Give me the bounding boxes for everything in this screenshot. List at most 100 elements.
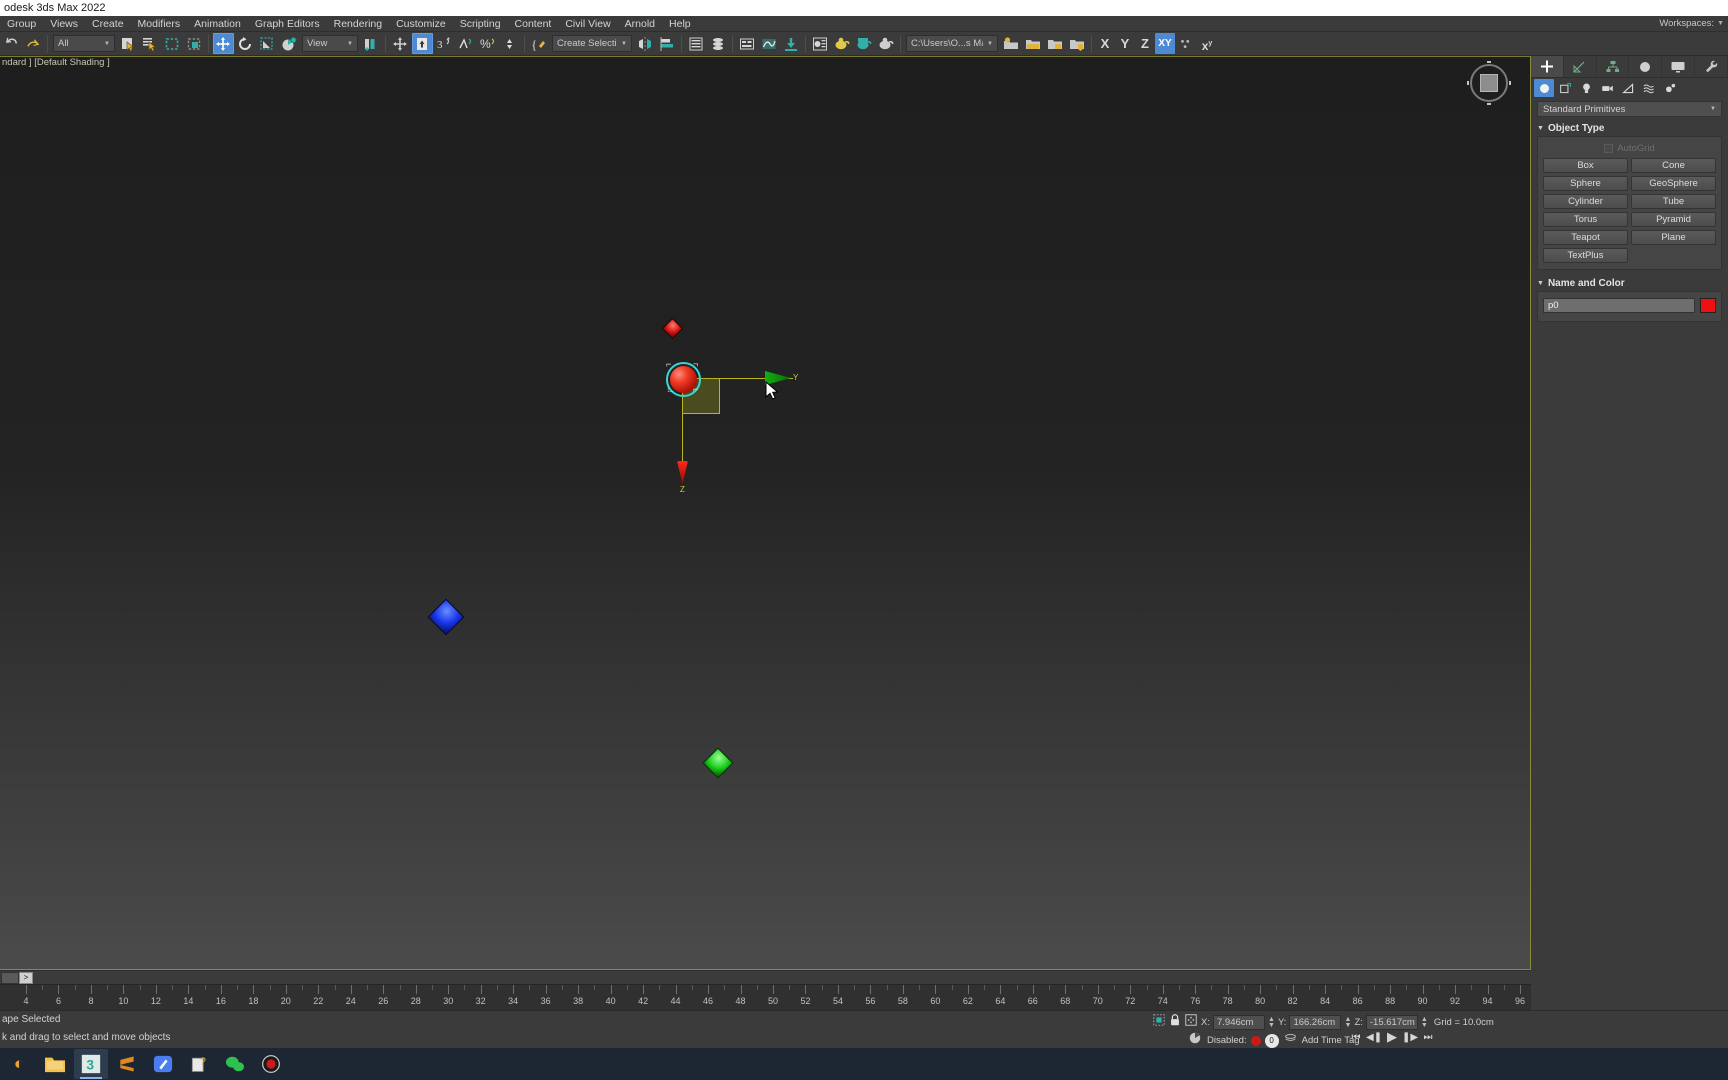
lights-subtab[interactable]	[1576, 79, 1596, 97]
coord-x-field[interactable]: 7.946cm	[1212, 1015, 1265, 1030]
align-icon[interactable]	[657, 33, 678, 54]
mirror-icon[interactable]	[635, 33, 656, 54]
timeline-strip[interactable]: >	[0, 970, 1531, 984]
select-and-rotate-icon[interactable]	[235, 33, 256, 54]
taskbar-wechat[interactable]	[218, 1049, 252, 1079]
go-to-start-button[interactable]: ⏮	[1348, 1032, 1364, 1043]
object-type-rollout-header[interactable]: ▼ Object Type	[1531, 121, 1728, 136]
lock-selection-icon[interactable]	[1169, 1013, 1181, 1032]
scene-explorer-icon[interactable]	[708, 33, 729, 54]
curve-editor-icon[interactable]	[759, 33, 780, 54]
open-folder-icon[interactable]	[1023, 33, 1044, 54]
autogrid-checkbox[interactable]: AutoGrid	[1543, 141, 1716, 158]
create-plane-button[interactable]: Plane	[1631, 230, 1716, 245]
create-tube-button[interactable]: Tube	[1631, 194, 1716, 209]
axis-constraint-z[interactable]: Z	[1135, 33, 1155, 54]
menu-item-content[interactable]: Content	[508, 16, 559, 32]
spacewarps-subtab[interactable]	[1639, 79, 1659, 97]
axis-constraint-xy[interactable]: XY	[1155, 33, 1175, 54]
named-selection-set-dropdown[interactable]: Create Selection Set ▼	[552, 35, 632, 52]
menu-item-help[interactable]: Help	[662, 16, 698, 32]
spinner-arrows-icon[interactable]	[500, 33, 521, 54]
time-tag-icon[interactable]	[1284, 1032, 1297, 1050]
timeline-ruler[interactable]: 4 6 8 10 12 14 16 18 20 22 24 26 28 30 32 34 36 38 40 42 44 4…	[0, 984, 1531, 1010]
render-frame-window-icon[interactable]	[854, 33, 875, 54]
snaps-toggle-icon[interactable]	[411, 33, 433, 54]
taskbar-start[interactable]: ◐	[2, 1049, 36, 1079]
play-animation-button[interactable]: ▶	[1384, 1029, 1400, 1045]
menu-item-customize[interactable]: Customize	[389, 16, 453, 32]
render-production-icon[interactable]	[876, 33, 897, 54]
spinner-snap-icon[interactable]: %	[478, 33, 499, 54]
schematic-view-icon[interactable]	[781, 33, 802, 54]
render-setup-icon[interactable]	[832, 33, 853, 54]
select-region-rectangular-icon[interactable]	[162, 33, 183, 54]
create-textplus-button[interactable]: TextPlus	[1543, 248, 1628, 263]
shapes-subtab[interactable]	[1555, 79, 1575, 97]
create-geosphere-button[interactable]: GeoSphere	[1631, 176, 1716, 191]
perspective-viewport[interactable]: ndard ] [Default Shading ] Z Y ⌐ ¬ ∟ ⌐	[0, 56, 1531, 970]
select-and-scale-icon[interactable]	[257, 33, 278, 54]
name-and-color-rollout-header[interactable]: ▼ Name and Color	[1531, 276, 1728, 291]
menu-item-scripting[interactable]: Scripting	[453, 16, 508, 32]
create-cylinder-button[interactable]: Cylinder	[1543, 194, 1628, 209]
menu-item-create[interactable]: Create	[85, 16, 131, 32]
undo-icon[interactable]	[1, 33, 22, 54]
select-object-icon[interactable]	[118, 33, 139, 54]
utilities-tab[interactable]	[1695, 56, 1728, 77]
display-tab[interactable]	[1662, 56, 1696, 77]
timeline-expand-button[interactable]: >	[19, 971, 33, 984]
selection-filter-dropdown[interactable]: All ▼	[53, 35, 115, 52]
axis-constraint-y[interactable]: Y	[1115, 33, 1135, 54]
render-to-texture-icon[interactable]	[1067, 33, 1088, 54]
taskbar-explorer[interactable]	[38, 1049, 72, 1079]
edit-named-selection-sets-icon[interactable]: {	[529, 33, 550, 54]
coord-y-spinner[interactable]: ▲ ▼	[1344, 1016, 1351, 1029]
create-tab[interactable]	[1531, 56, 1564, 77]
layer-explorer-icon[interactable]	[686, 33, 707, 54]
project-folder-dropdown[interactable]: C:\Users\O...s Max 2022 ▼	[906, 35, 998, 52]
modify-tab[interactable]	[1564, 56, 1597, 77]
gizmo-z-arrow[interactable]	[677, 461, 688, 484]
diamond-red[interactable]	[661, 317, 684, 340]
menu-item-civil-view[interactable]: Civil View	[558, 16, 617, 32]
primitive-category-dropdown[interactable]: Standard Primitives ▼	[1537, 101, 1722, 117]
axis-constraint-xy-alt[interactable]: xy	[1197, 33, 1217, 54]
menu-item-graph-editors[interactable]: Graph Editors	[248, 16, 327, 32]
taskbar-notes[interactable]: ?	[182, 1049, 216, 1079]
menu-item-rendering[interactable]: Rendering	[327, 16, 389, 32]
workspaces-selector[interactable]: Workspaces: ▼	[1659, 16, 1724, 32]
menu-item-group[interactable]: Group	[0, 16, 43, 32]
placement-tool-icon[interactable]	[279, 33, 300, 54]
menu-item-arnold[interactable]: Arnold	[618, 16, 662, 32]
angle-snap-icon[interactable]: 3	[434, 33, 455, 54]
diamond-blue[interactable]	[427, 598, 465, 636]
systems-subtab[interactable]	[1660, 79, 1680, 97]
named-axis-icon[interactable]	[1176, 33, 1197, 54]
save-file-icon[interactable]	[1045, 33, 1066, 54]
menu-item-views[interactable]: Views	[43, 16, 85, 32]
taskbar-recorder[interactable]	[254, 1049, 288, 1079]
create-box-button[interactable]: Box	[1543, 158, 1628, 173]
select-by-name-icon[interactable]	[140, 33, 161, 54]
create-teapot-button[interactable]: Teapot	[1543, 230, 1628, 245]
taskbar-3dsmax[interactable]: 3	[74, 1049, 108, 1079]
helpers-subtab[interactable]	[1618, 79, 1638, 97]
go-to-end-button[interactable]: ⏭	[1420, 1032, 1436, 1043]
viewport-label[interactable]: ndard ] [Default Shading ]	[2, 57, 110, 68]
selection-lock-region-icon[interactable]	[1152, 1013, 1166, 1032]
motion-tab[interactable]	[1629, 56, 1663, 77]
taskbar-editor[interactable]	[146, 1049, 180, 1079]
coord-z-spinner[interactable]: ▲ ▼	[1421, 1016, 1428, 1029]
timeline-scroll-handle[interactable]	[1, 971, 19, 984]
create-torus-button[interactable]: Torus	[1543, 212, 1628, 227]
absolute-relative-toggle-icon[interactable]	[1184, 1013, 1198, 1032]
coord-y-field[interactable]: 166.26cm	[1289, 1015, 1342, 1030]
ribbon-toggle-icon[interactable]	[737, 33, 758, 54]
percent-snap-icon[interactable]	[456, 33, 477, 54]
geometry-subtab[interactable]	[1534, 79, 1554, 97]
select-and-manipulate-icon[interactable]	[390, 33, 411, 54]
create-sphere-button[interactable]: Sphere	[1543, 176, 1628, 191]
coord-z-field[interactable]: -15.617cm	[1365, 1015, 1418, 1030]
asset-tracking-icon[interactable]	[1001, 33, 1022, 54]
